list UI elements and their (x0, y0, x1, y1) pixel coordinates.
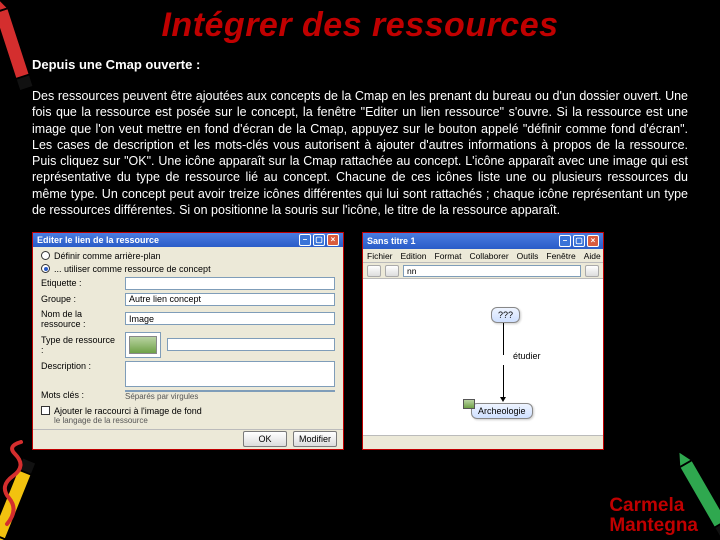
menu-item[interactable]: Edition (401, 251, 427, 261)
type-input[interactable] (167, 338, 335, 351)
label: Mots clés : (41, 390, 119, 400)
radio-icon (41, 251, 50, 260)
arrowhead-icon (500, 397, 506, 402)
minimize-button[interactable]: – (559, 235, 571, 247)
radio-use-resource[interactable]: ... utiliser comme ressource de concept (41, 264, 335, 274)
menu-item[interactable]: Outils (517, 251, 539, 261)
dialog-window: Editer le lien de la ressource – ▢ × Déf… (32, 232, 344, 450)
close-button[interactable]: × (327, 234, 339, 246)
address-box[interactable]: nn (403, 265, 581, 277)
description-textarea[interactable] (125, 361, 335, 387)
radio-set-background[interactable]: Définir comme arrière-plan (41, 251, 335, 261)
field-mots: Mots clés : Séparés par virgules (41, 390, 335, 401)
radio-label: Définir comme arrière-plan (54, 251, 161, 261)
radio-icon (41, 264, 50, 273)
field-description: Description : (41, 361, 335, 387)
checkbox-icon (41, 406, 50, 415)
field-bg-check[interactable]: Ajouter le raccourci à l'image de fond l… (41, 406, 335, 425)
maximize-button[interactable]: ▢ (313, 234, 325, 246)
field-etiquette: Etiquette : (41, 277, 335, 290)
dialog-body: Définir comme arrière-plan ... utiliser … (33, 247, 343, 429)
squiggle-decoration (0, 440, 42, 530)
concept-node-bottom[interactable]: Archeologie (471, 403, 533, 419)
link-arrow (503, 365, 504, 399)
menu-item[interactable]: Format (435, 251, 462, 261)
ok-button[interactable]: OK (243, 431, 287, 447)
check-label: Ajouter le raccourci à l'image de fond (54, 406, 202, 416)
concept-node-top[interactable]: ??? (491, 307, 520, 323)
groupe-input[interactable]: Autre lien concept (125, 293, 335, 306)
cmap-canvas[interactable]: ??? étudier Archeologie (363, 279, 603, 435)
minimize-button[interactable]: – (299, 234, 311, 246)
cmap-statusbar (363, 435, 603, 449)
page-subtitle: Depuis une Cmap ouverte : (32, 57, 688, 72)
link-label[interactable]: étudier (513, 351, 541, 361)
link-arrow (503, 323, 504, 355)
cmap-title: Sans titre 1 (367, 236, 416, 246)
close-button[interactable]: × (587, 235, 599, 247)
field-nom: Nom de la ressource : Image (41, 309, 335, 329)
type-thumbnail (125, 332, 161, 358)
field-type: Type de ressource : (41, 332, 335, 358)
mots-hint: Séparés par virgules (125, 392, 335, 401)
field-groupe: Groupe : Autre lien concept (41, 293, 335, 306)
dialog-title: Editer le lien de la ressource (37, 235, 159, 245)
back-button[interactable] (367, 265, 381, 277)
label: Nom de la ressource : (41, 309, 119, 329)
author-line2: Mantegna (609, 516, 698, 536)
nom-input[interactable]: Image (125, 312, 335, 325)
dialog-titlebar: Editer le lien de la ressource – ▢ × (33, 233, 343, 247)
resource-icon[interactable] (463, 399, 475, 409)
modify-button[interactable]: Modifier (293, 431, 337, 447)
label: Type de ressource : (41, 335, 119, 355)
menu-item[interactable]: Fenêtre (546, 251, 575, 261)
label: Etiquette : (41, 278, 119, 288)
menu-item[interactable]: Collaborer (469, 251, 508, 261)
forward-button[interactable] (385, 265, 399, 277)
menu-item[interactable]: Aide (584, 251, 601, 261)
author-line1: Carmela (609, 496, 698, 516)
radio-label: ... utiliser comme ressource de concept (54, 264, 211, 274)
screenshot-row: Editer le lien de la ressource – ▢ × Déf… (32, 232, 688, 450)
cmap-menubar: Fichier Edition Format Collaborer Outils… (363, 249, 603, 263)
go-button[interactable] (585, 265, 599, 277)
page-title: Intégrer des ressources (32, 6, 688, 45)
label: Description : (41, 361, 119, 371)
menu-item[interactable]: Fichier (367, 251, 393, 261)
image-icon (129, 336, 157, 354)
author-credit: Carmela Mantegna (609, 496, 698, 536)
lang-label: le langage de la ressource (54, 416, 202, 425)
dialog-buttons: OK Modifier (33, 429, 343, 449)
cmap-toolbar: nn (363, 263, 603, 279)
maximize-button[interactable]: ▢ (573, 235, 585, 247)
slide: Intégrer des ressources Depuis une Cmap … (0, 0, 720, 540)
body-paragraph: Des ressources peuvent être ajoutées aux… (32, 88, 688, 218)
label: Groupe : (41, 294, 119, 304)
cmap-titlebar: Sans titre 1 – ▢ × (363, 233, 603, 249)
etiquette-input[interactable] (125, 277, 335, 290)
cmap-window: Sans titre 1 – ▢ × Fichier Edition Forma… (362, 232, 604, 450)
